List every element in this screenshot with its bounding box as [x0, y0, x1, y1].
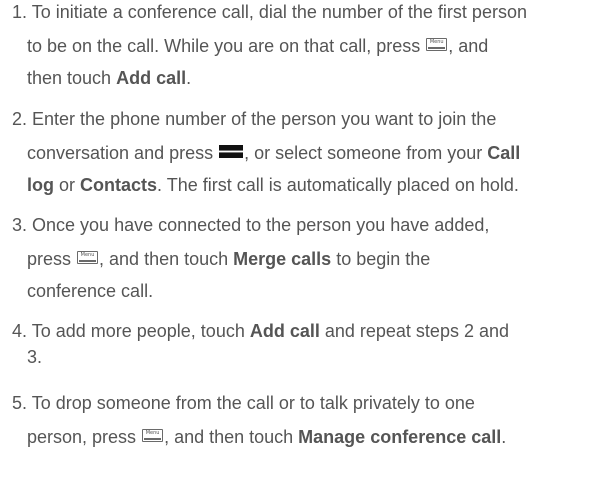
step-3-line-2: press Menu, and then touch Merge calls t…: [27, 249, 431, 269]
instructions-document: 1. To initiate a conference call, dial t…: [0, 0, 599, 484]
step-1-line-2: to be on the call. While you are on that…: [27, 36, 489, 56]
step-1-line-1: 1. To initiate a conference call, dial t…: [12, 2, 527, 22]
step-2-line-1: 2. Enter the phone number of the person …: [12, 109, 497, 129]
menu-key-icon: Menu: [142, 429, 164, 442]
ui-term: log: [27, 175, 54, 195]
ui-term: Call: [487, 143, 521, 163]
step-1-line-3: then touch Add call.: [27, 68, 192, 88]
step-4-line-1: 4. To add more people, touch Add call an…: [12, 321, 509, 341]
menu-key-icon: Menu: [426, 38, 448, 51]
step-3-line-1: 3. Once you have connected to the person…: [12, 215, 490, 235]
step-5-line-1: 5. To drop someone from the call or to t…: [12, 393, 475, 413]
step-3-line-3: conference call.: [27, 281, 154, 301]
step-4-line-2: 3.: [27, 347, 43, 367]
ui-term: Contacts: [80, 175, 158, 195]
step-2-line-2: conversation and press , or select someo…: [27, 143, 521, 163]
ui-term: Add call: [116, 68, 187, 88]
step-number: 5.: [12, 393, 28, 413]
step-number: 1.: [12, 2, 28, 22]
step-number: 2.: [12, 109, 28, 129]
step-5-line-2: person, press Menu, and then touch Manag…: [27, 427, 507, 447]
step-number: 3.: [12, 215, 28, 235]
step-2-line-3: log or Contacts. The first call is autom…: [27, 175, 519, 195]
menu-key-icon: Menu: [77, 251, 99, 264]
ui-term: Manage conference call: [298, 427, 502, 447]
send-key-icon: [219, 145, 244, 158]
step-number: 4.: [12, 321, 28, 341]
ui-term: Merge calls: [233, 249, 332, 269]
ui-term: Add call: [249, 321, 320, 341]
